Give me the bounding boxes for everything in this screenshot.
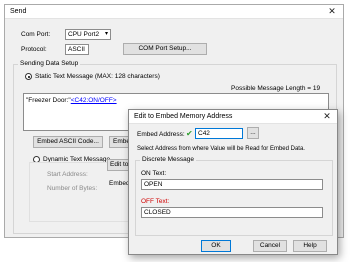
start-address-label: Start Address: xyxy=(47,171,88,178)
com-port-setup-button[interactable]: COM Port Setup... xyxy=(123,43,207,55)
embed-address-value: C42 xyxy=(198,130,210,137)
com-port-select[interactable]: CPU Port2 ▾ xyxy=(65,29,111,40)
chevron-down-icon: ▾ xyxy=(104,31,108,37)
close-icon[interactable]: ✕ xyxy=(318,110,336,123)
on-text-value: OPEN xyxy=(144,181,163,188)
protocol-field[interactable]: ASCII xyxy=(65,44,89,55)
protocol-label: Protocol: xyxy=(21,46,47,53)
message-text-prefix: "Freezer Door:" xyxy=(26,97,71,104)
off-text-value: CLOSED xyxy=(144,209,171,216)
send-titlebar: Send ✕ xyxy=(5,5,343,19)
check-icon: ✔ xyxy=(186,129,193,138)
off-text-input[interactable]: CLOSED xyxy=(141,207,323,218)
on-text-input[interactable]: OPEN xyxy=(141,179,323,190)
com-port-value: CPU Port2 xyxy=(68,31,100,38)
static-text-radio[interactable] xyxy=(25,73,32,80)
help-button[interactable]: Help xyxy=(293,240,327,252)
dialog-title: Edit to Embed Memory Address xyxy=(134,113,233,120)
message-embed-link[interactable]: <C42:ON/OFF> xyxy=(71,97,117,104)
embed-memory-dialog: Edit to Embed Memory Address ✕ Embed Add… xyxy=(128,109,338,255)
discrete-message-group-label: Discrete Message xyxy=(140,156,197,163)
static-text-radio-label: Static Text Message (MAX: 128 characters… xyxy=(35,73,160,80)
ok-button[interactable]: OK xyxy=(201,240,231,252)
send-window-title: Send xyxy=(10,8,27,15)
on-text-label: ON Text: xyxy=(141,170,167,177)
protocol-value: ASCII xyxy=(68,46,85,53)
embed-ascii-code-button[interactable]: Embed ASCII Code... xyxy=(33,136,103,148)
embed-address-input[interactable]: C42 xyxy=(195,128,243,139)
off-text-label: OFF Text: xyxy=(141,198,170,205)
browse-address-button[interactable]: ... xyxy=(247,127,259,139)
dialog-titlebar: Edit to Embed Memory Address ✕ xyxy=(129,110,337,124)
embed-address-hint: Select Address from where Value will be … xyxy=(137,146,305,152)
cancel-button[interactable]: Cancel xyxy=(253,240,287,252)
sending-data-group-label: Sending Data Setup xyxy=(18,60,81,67)
com-port-label: Com Port: xyxy=(21,31,51,38)
embed-address-label: Embed Address: xyxy=(137,131,185,138)
close-icon[interactable]: ✕ xyxy=(323,5,341,18)
possible-message-length: Possible Message Length = 19 xyxy=(231,85,321,92)
number-of-bytes-label: Number of Bytes: xyxy=(47,185,98,192)
